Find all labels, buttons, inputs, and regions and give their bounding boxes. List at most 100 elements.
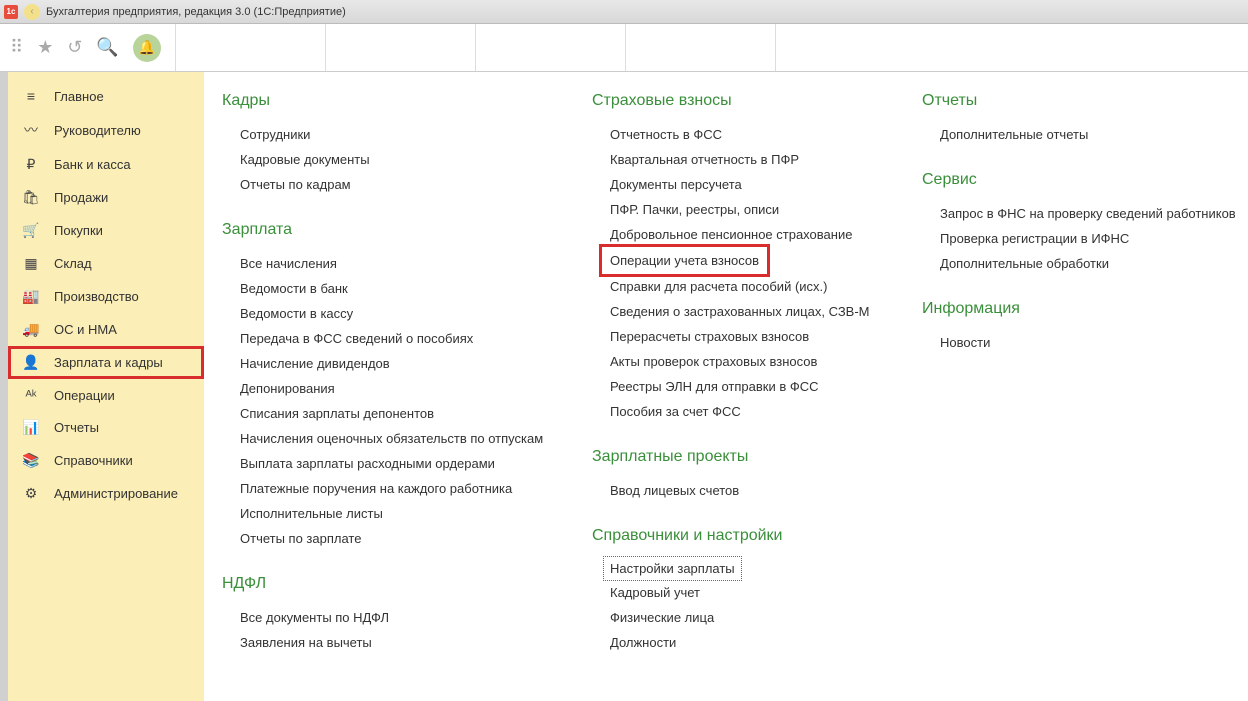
sidebar-label: ОС и НМА — [54, 322, 117, 337]
sidebar-item-10[interactable]: 📊 Отчеты — [8, 411, 204, 444]
menu-link[interactable]: Депонирования — [240, 376, 572, 401]
history-icon[interactable]: ↺ — [67, 37, 82, 58]
menu-link[interactable]: Перерасчеты страховых взносов — [610, 324, 902, 349]
menu-link[interactable]: Документы персучета — [610, 172, 902, 197]
sidebar-item-9[interactable]: ᴬᵏОперации — [8, 379, 204, 411]
menu-link[interactable]: Заявления на вычеты — [240, 630, 572, 655]
menu-link[interactable]: Платежные поручения на каждого работника — [240, 476, 572, 501]
menu-link[interactable]: Проверка регистрации в ИФНС — [940, 226, 1242, 251]
menu-link[interactable]: Списания зарплаты депонентов — [240, 401, 572, 426]
sidebar-item-11[interactable]: 📚Справочники — [8, 444, 204, 477]
menu-link[interactable]: Акты проверок страховых взносов — [610, 349, 902, 374]
sidebar-icon: ⚙ — [22, 485, 40, 502]
link-list: Ввод лицевых счетов — [592, 478, 902, 503]
search-icon[interactable]: 🔍 — [96, 37, 118, 58]
tab-slot[interactable] — [625, 24, 775, 71]
sidebar-icon: 👤 — [22, 354, 40, 371]
menu-link[interactable]: Отчетность в ФСС — [610, 122, 902, 147]
menu-link[interactable]: Добровольное пенсионное страхование — [610, 222, 902, 247]
menu-link[interactable]: Физические лица — [610, 605, 902, 630]
main: ≡Главное〰Руководителю ₽ Банк и касса 🛍Прода… — [0, 72, 1248, 701]
sidebar-label: Зарплата и кадры — [54, 355, 163, 370]
menu-link[interactable]: Сотрудники — [240, 122, 572, 147]
tab-slot[interactable] — [775, 24, 925, 71]
section-title: Сервис — [922, 171, 1242, 189]
sidebar-item-3[interactable]: 🛍Продажи — [8, 181, 204, 214]
tab-slot[interactable] — [325, 24, 475, 71]
menu-link[interactable]: Ввод лицевых счетов — [610, 478, 902, 503]
tab-slot[interactable] — [475, 24, 625, 71]
sidebar-label: Операции — [54, 388, 115, 403]
menu-link[interactable]: Дополнительные обработки — [940, 251, 1242, 276]
menu-link[interactable]: Ведомости в кассу — [240, 301, 572, 326]
menu-link[interactable]: Должности — [610, 630, 902, 655]
tabs-area — [175, 24, 1238, 71]
star-icon[interactable]: ★ — [37, 37, 53, 58]
sidebar-label: Производство — [54, 289, 139, 304]
sidebar-label: Склад — [54, 256, 92, 271]
left-rail — [0, 72, 8, 701]
menu-link[interactable]: Начисление дивидендов — [240, 351, 572, 376]
sidebar-item-12[interactable]: ⚙ Администрирование — [8, 477, 204, 510]
menu-link[interactable]: Пособия за счет ФСС — [610, 399, 902, 424]
menu-link[interactable]: Настройки зарплаты — [604, 557, 741, 580]
link-list: Отчетность в ФССКвартальная отчетность в… — [592, 122, 902, 424]
titlebar: 1c ‹ Бухгалтерия предприятия, редакция 3… — [0, 0, 1248, 24]
link-list: Все начисленияВедомости в банкВедомости … — [222, 251, 572, 551]
column-2: Страховые взносы Отчетность в ФССКварталь… — [592, 92, 902, 655]
menu-link[interactable]: Запрос в ФНС на проверку сведений работн… — [940, 201, 1242, 226]
sidebar-item-5[interactable]: ▦Склад — [8, 247, 204, 280]
sidebar-item-7[interactable]: 🚚ОС и НМА — [8, 313, 204, 346]
menu-link[interactable]: Все документы по НДФЛ — [240, 605, 572, 630]
link-list: СотрудникиКадровые документыОтчеты по ка… — [222, 122, 572, 197]
back-icon[interactable]: ‹ — [24, 4, 40, 20]
sidebar-icon: ₽ — [22, 156, 40, 173]
menu-link[interactable]: Справки для расчета пособий (исх.) — [610, 274, 902, 299]
column-1: КадрыСотрудникиКадровые документыОтчеты … — [222, 92, 572, 655]
sidebar-item-4[interactable]: 🛒Покупки — [8, 214, 204, 247]
sidebar-icon: 〰 — [22, 120, 40, 140]
column-3: ОтчетыДополнительные отчетыСервисЗапрос … — [922, 92, 1242, 355]
bell-icon[interactable]: 🔔 — [133, 34, 161, 62]
menu-link[interactable]: Отчеты по кадрам — [240, 172, 572, 197]
menu-link[interactable]: Кадровые документы — [240, 147, 572, 172]
sidebar-label: Администрирование — [54, 486, 178, 501]
apps-icon[interactable]: ⠿ — [10, 37, 23, 58]
sidebar-label: Отчеты — [54, 420, 99, 435]
sidebar-label: Продажи — [54, 190, 108, 205]
sidebar-item-2[interactable]: ₽ Банк и касса — [8, 148, 204, 181]
menu-link[interactable]: Ведомости в банк — [240, 276, 572, 301]
menu-link[interactable]: Кадровый учет — [610, 580, 902, 605]
sidebar-item-8[interactable]: 👤 Зарплата и кадры — [8, 346, 204, 379]
content: КадрыСотрудникиКадровые документыОтчеты … — [204, 72, 1248, 701]
tab-slot[interactable] — [175, 24, 325, 71]
link-list: Запрос в ФНС на проверку сведений работн… — [922, 201, 1242, 276]
menu-link[interactable]: Исполнительные листы — [240, 501, 572, 526]
sidebar-label: Покупки — [54, 223, 103, 238]
sidebar-item-1[interactable]: 〰Руководителю — [8, 112, 204, 148]
menu-link[interactable]: Квартальная отчетность в ПФР — [610, 147, 902, 172]
section-title: Страховые взносы — [592, 92, 902, 110]
link-list: Дополнительные отчеты — [922, 122, 1242, 147]
menu-link[interactable]: Сведения о застрахованных лицах, СЗВ-М — [610, 299, 902, 324]
menu-link[interactable]: Дополнительные отчеты — [940, 122, 1242, 147]
menu-link[interactable]: Все начисления — [240, 251, 572, 276]
section-title: Справочники и настройки — [592, 527, 902, 545]
section-title: Зарплата — [222, 221, 572, 239]
menu-link[interactable]: Операции учета взносов — [602, 247, 767, 274]
menu-link[interactable]: Передача в ФСС сведений о пособиях — [240, 326, 572, 351]
window-title: Бухгалтерия предприятия, редакция 3.0 (1… — [46, 6, 346, 18]
menu-link[interactable]: Отчеты по зарплате — [240, 526, 572, 551]
sidebar-icon: 📊 — [22, 419, 40, 436]
section-title: Информация — [922, 300, 1242, 318]
menu-link[interactable]: Новости — [940, 330, 1242, 355]
sidebar-label: Банк и касса — [54, 157, 131, 172]
sidebar-item-6[interactable]: 🏭Производство — [8, 280, 204, 313]
menu-link[interactable]: Реестры ЭЛН для отправки в ФСС — [610, 374, 902, 399]
sidebar-item-0[interactable]: ≡Главное — [8, 80, 204, 112]
menu-link[interactable]: Выплата зарплаты расходными ордерами — [240, 451, 572, 476]
sidebar-icon: 📚 — [22, 452, 40, 469]
menu-link[interactable]: ПФР. Пачки, реестры, описи — [610, 197, 902, 222]
section-title: Зарплатные проекты — [592, 448, 902, 466]
menu-link[interactable]: Начисления оценочных обязательств по отп… — [240, 426, 572, 451]
